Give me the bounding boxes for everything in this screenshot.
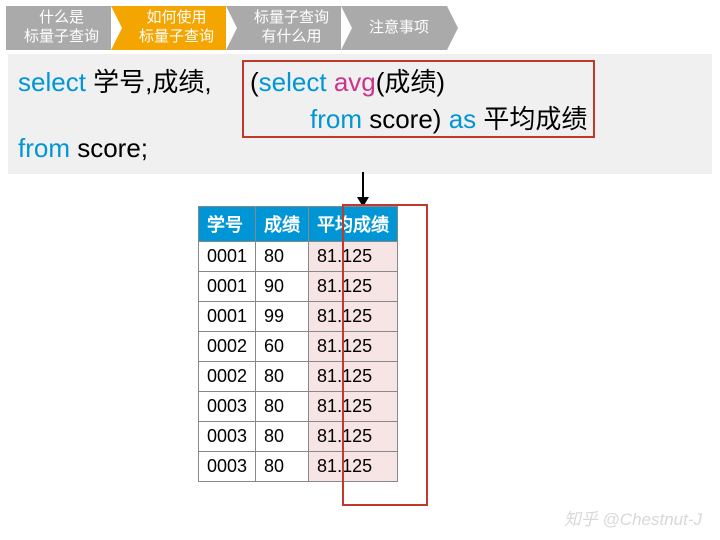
- cell-id: 0002: [199, 332, 256, 362]
- table-row: 00018081.125: [199, 242, 398, 272]
- nav-what-for[interactable]: 标量子查询 有什么用: [226, 6, 347, 50]
- result-table-wrap: 学号 成绩 平均成绩 00018081.12500019081.12500019…: [198, 206, 398, 482]
- keyword-select: select: [18, 67, 86, 97]
- cell-id: 0003: [199, 392, 256, 422]
- subquery-highlight-box: (select avg(成绩) from score) as 平均成绩: [242, 60, 595, 138]
- watermark: 知乎 @Chestnut-J: [564, 505, 702, 530]
- cell-score: 80: [256, 362, 309, 392]
- header-score: 成绩: [256, 207, 309, 242]
- nav-notes[interactable]: 注意事项: [341, 6, 447, 50]
- cell-avg: 81.125: [309, 272, 398, 302]
- header-avg: 平均成绩: [309, 207, 398, 242]
- table-row: 00019981.125: [199, 302, 398, 332]
- cell-avg: 81.125: [309, 422, 398, 452]
- result-table: 学号 成绩 平均成绩 00018081.12500019081.12500019…: [198, 206, 398, 482]
- cell-avg: 81.125: [309, 242, 398, 272]
- cell-score: 99: [256, 302, 309, 332]
- nav-what-is[interactable]: 什么是 标量子查询: [6, 6, 117, 50]
- table-row: 00028081.125: [199, 362, 398, 392]
- arrow-down-icon: [362, 172, 364, 206]
- cell-score: 80: [256, 452, 309, 482]
- cell-avg: 81.125: [309, 332, 398, 362]
- table-row: 00038081.125: [199, 452, 398, 482]
- cell-score: 80: [256, 392, 309, 422]
- cell-id: 0001: [199, 272, 256, 302]
- function-avg: avg: [334, 67, 376, 97]
- table-row: 00019081.125: [199, 272, 398, 302]
- cell-avg: 81.125: [309, 392, 398, 422]
- table-row: 00026081.125: [199, 332, 398, 362]
- keyword-from-inner: from: [310, 104, 362, 134]
- cell-id: 0002: [199, 362, 256, 392]
- header-id: 学号: [199, 207, 256, 242]
- nav-how-to-use[interactable]: 如何使用 标量子查询: [111, 6, 232, 50]
- chevron-nav: 什么是 标量子查询 如何使用 标量子查询 标量子查询 有什么用 注意事项: [0, 0, 720, 50]
- table-header-row: 学号 成绩 平均成绩: [199, 207, 398, 242]
- cell-score: 90: [256, 272, 309, 302]
- table-row: 00038081.125: [199, 392, 398, 422]
- cell-id: 0001: [199, 242, 256, 272]
- cell-score: 60: [256, 332, 309, 362]
- cell-avg: 81.125: [309, 302, 398, 332]
- keyword-from: from: [18, 133, 70, 163]
- cell-avg: 81.125: [309, 452, 398, 482]
- code-columns: 学号,成绩,: [86, 67, 212, 97]
- cell-id: 0003: [199, 452, 256, 482]
- keyword-as: as: [449, 104, 476, 134]
- sql-code-block: select 学号,成绩, (select avg(成绩) from score…: [8, 54, 712, 174]
- cell-score: 80: [256, 242, 309, 272]
- keyword-select-inner: select: [259, 67, 334, 97]
- cell-score: 80: [256, 422, 309, 452]
- cell-avg: 81.125: [309, 362, 398, 392]
- cell-id: 0001: [199, 302, 256, 332]
- table-row: 00038081.125: [199, 422, 398, 452]
- cell-id: 0003: [199, 422, 256, 452]
